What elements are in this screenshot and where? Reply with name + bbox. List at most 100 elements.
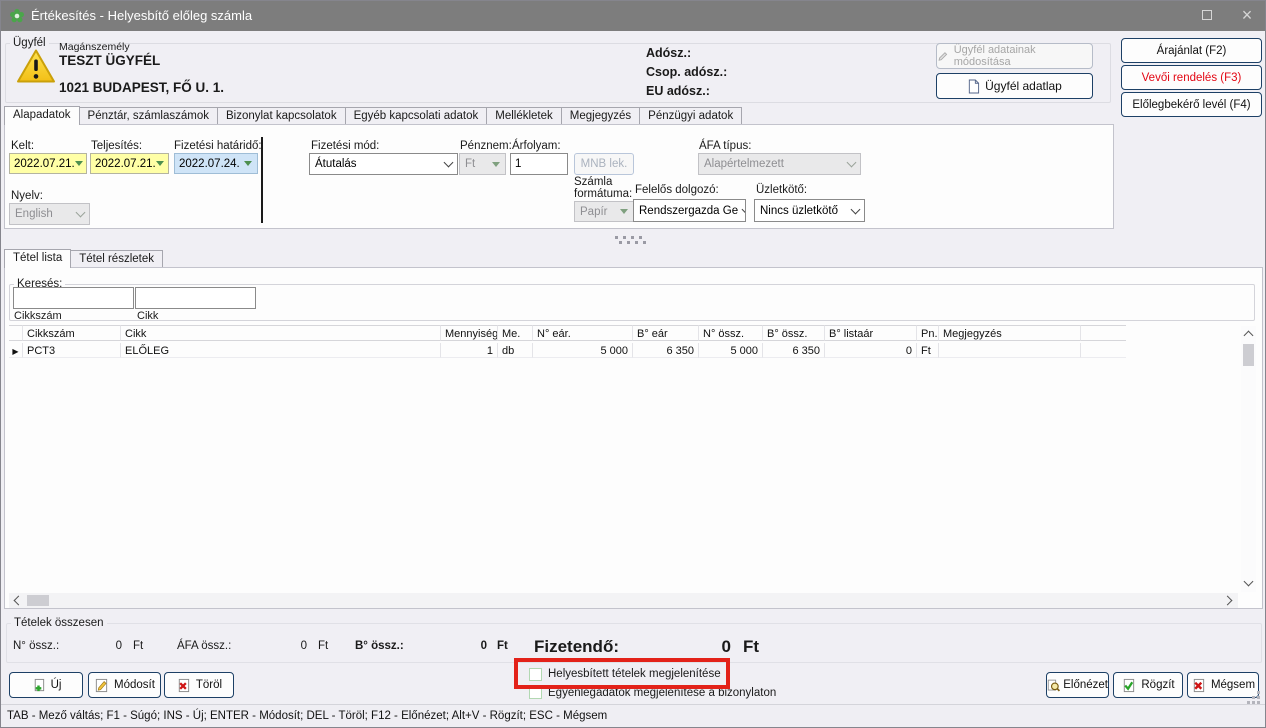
arfolyam-input[interactable] [510,153,568,175]
scroll-right-icon[interactable] [1223,596,1233,606]
maximize-icon [1202,10,1212,20]
vertical-scroll-thumb[interactable] [1243,344,1254,366]
horizontal-scroll-thumb[interactable] [27,595,49,606]
close-button[interactable]: × [1227,1,1266,31]
table-header-row: Cikkszám Cikk Mennyiség Me. N° eár. B° e… [9,325,1126,341]
tab-egyeb-kapcsolati-adatok[interactable]: Egyéb kapcsolati adatok [345,107,488,125]
search-cikk-input[interactable] [135,287,256,309]
scroll-down-icon[interactable] [1244,577,1254,587]
dropdown-arrow-icon [492,162,500,167]
form-divider [261,137,263,223]
resize-grip[interactable] [1247,691,1261,703]
scroll-up-icon[interactable] [1244,331,1254,341]
nyelv-label: Nyelv: [11,190,43,202]
cancel-icon [1191,678,1206,693]
status-text: TAB - Mező váltás; F1 - Súgó; INS - Új; … [7,710,607,722]
dropdown-arrow-icon [156,161,164,166]
customer-datasheet-button[interactable]: Ügyfél adatlap [936,73,1093,99]
netto-total-currency: Ft [133,640,143,652]
customer-order-button[interactable]: Vevői rendelés (F3) [1121,65,1262,90]
felelos-dolgozo-select[interactable]: Rendszergazda Ge [633,199,746,222]
app-window: Értékesítés - Helyesbítő előleg számla ×… [0,0,1266,728]
col-pn[interactable]: Pn. [917,325,939,341]
chevron-down-icon [847,200,864,221]
main-tabstrip: Alapadatok Pénztár, számlaszámok Bizonyl… [4,106,741,125]
brutto-total-value: 0 [451,640,487,652]
preview-button[interactable]: Előnézet [1046,672,1109,698]
tab-bizonylat-kapcsolatok[interactable]: Bizonylat kapcsolatok [217,107,346,125]
edit-item-icon [94,678,109,693]
kelt-date-picker[interactable]: 2022.07.21. [9,153,87,174]
col-cikkszam[interactable]: Cikkszám [23,325,121,341]
brutto-total-currency: Ft [497,640,508,652]
col-mennyiseg[interactable]: Mennyiség [441,325,498,341]
new-item-button[interactable]: Új [9,672,83,698]
uzletkoto-select[interactable]: Nincs üzletkötő [754,199,865,222]
quote-button[interactable]: Árajánlat (F2) [1121,38,1262,63]
felelos-dolgozo-label: Felelős dolgozó: [635,184,719,196]
netto-total-label: N° össz.: [13,640,59,652]
szamla-formatum-select: Papír [574,201,634,222]
netto-total-value: 0 [86,640,122,652]
payable-label: Fizetendő: [534,637,619,657]
fizetesi-hatarido-date-picker[interactable]: 2022.07.24. [174,153,258,174]
payable-value: 0 [681,637,731,657]
table-row[interactable]: ▶ PCT3 ELŐLEG 1 db 5 000 6 350 5 000 6 3… [9,343,1126,358]
afa-tipus-label: ÁFA típus: [699,140,751,152]
fizetesi-hatarido-label: Fizetési határidő: [174,140,262,152]
nyelv-select: English [9,203,90,225]
teljesites-label: Teljesítés: [91,140,142,152]
row-indicator-header [9,325,23,341]
scroll-left-icon[interactable] [14,596,24,606]
search-cikk-label: Cikk [137,310,158,322]
col-brutto-ear[interactable]: B° eár [633,325,699,341]
col-cikk[interactable]: Cikk [121,325,441,341]
col-netto-ear[interactable]: N° eár. [533,325,633,341]
document-icon [967,79,980,94]
horizontal-scrollbar[interactable] [9,593,1238,608]
search-cikkszam-input[interactable] [13,287,134,309]
penznem-label: Pénznem: [460,140,512,152]
preview-icon [1047,678,1060,693]
maximize-button[interactable] [1187,1,1227,31]
new-item-icon [31,678,46,693]
tab-penztar-szamlaszamok[interactable]: Pénztár, számlaszámok [79,107,218,125]
tab-tetel-lista[interactable]: Tétel lista [4,249,71,268]
tab-tetel-reszletek[interactable]: Tétel részletek [70,250,163,268]
tab-penzugyi-adatok[interactable]: Pénzügyi adatok [639,107,742,125]
tab-alapadatok[interactable]: Alapadatok [4,106,80,125]
penznem-select: Ft [459,153,506,175]
col-netto-ossz[interactable]: N° össz. [699,325,763,341]
group-tax-number-label: Csop. adósz.: [646,65,727,79]
col-brutto-ossz[interactable]: B° össz. [763,325,825,341]
dropdown-arrow-icon [75,161,83,166]
szamla-formatum-label: Számla formátuma: [574,176,636,200]
fizetesi-mod-label: Fizetési mód: [311,140,379,152]
vat-total-label: ÁFA össz.: [177,640,231,652]
tab-megjegyzes[interactable]: Megjegyzés [561,107,640,125]
delete-item-icon [176,678,191,693]
teljesites-date-picker[interactable]: 2022.07.21. [90,153,169,174]
chevron-down-icon [72,204,89,224]
col-brutto-listaar[interactable]: B° listaár [825,325,917,341]
save-button[interactable]: Rögzít [1113,672,1183,698]
advance-request-letter-button[interactable]: Előlegbekérő levél (F4) [1121,92,1262,117]
modify-customer-button: Ügyfél adatainak módosítása [936,43,1093,69]
chevron-down-icon [738,200,746,221]
mnb-lekeres-button: MNB lek. [574,153,634,175]
splitter-handle[interactable] [615,236,649,244]
dropdown-arrow-icon [620,209,628,214]
delete-item-button[interactable]: Töröl [164,672,234,698]
search-cikkszam-label: Cikkszám [14,310,62,322]
vertical-scrollbar[interactable] [1241,326,1256,592]
vat-total-value: 0 [271,640,307,652]
edit-item-button[interactable]: Módosít [88,672,161,698]
warning-icon [16,48,56,85]
tab-mellekletek[interactable]: Mellékletek [486,107,562,125]
col-me[interactable]: Me. [498,325,533,341]
title-bar: Értékesítés - Helyesbítő előleg számla × [1,1,1266,31]
save-icon [1121,678,1136,693]
col-megjegyzes[interactable]: Megjegyzés [939,325,1081,341]
vat-total-currency: Ft [318,640,328,652]
fizetesi-mod-select[interactable]: Átutalás [309,153,458,175]
